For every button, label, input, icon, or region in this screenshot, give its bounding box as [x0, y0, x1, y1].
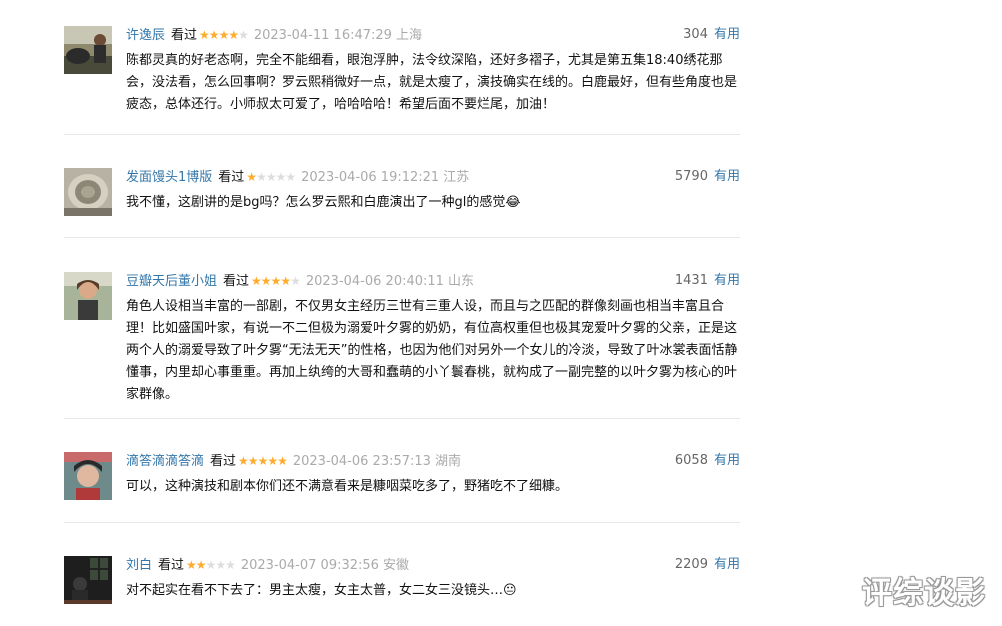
comment-time: 2023-04-06 20:40:11 — [305, 274, 444, 289]
avatar[interactable] — [64, 168, 112, 216]
useful-button[interactable]: 有用 — [714, 557, 740, 572]
star-filled-icon: ★ — [257, 454, 269, 468]
star-empty-icon: ★ — [225, 558, 236, 572]
username-link[interactable]: 发面馒头1博版 — [126, 170, 212, 185]
avatar[interactable] — [64, 26, 112, 74]
comment-location: 湖南 — [434, 454, 461, 469]
vote-area: 304 有用 — [683, 26, 740, 44]
username-link[interactable]: 豆瓣天后董小姐 — [126, 274, 217, 289]
star-empty-icon: ★ — [205, 558, 217, 572]
comment-meta: 滴答滴滴答滴 看过 ★★★★★ 2023-04-06 23:57:13 湖南 6058 有… — [126, 452, 740, 470]
rating-stars: ★★★★★ — [246, 168, 296, 186]
vote-area: 2209 有用 — [675, 556, 740, 574]
star-empty-icon: ★ — [290, 274, 301, 288]
avatar[interactable] — [64, 272, 112, 320]
vote-count: 2209 — [674, 557, 708, 572]
comment-time: 2023-04-06 23:57:13 — [292, 454, 431, 469]
watch-status: 看过 — [171, 28, 198, 43]
comment-location: 上海 — [395, 28, 422, 43]
rating-stars: ★★★★★ — [199, 26, 249, 44]
comment-list-page: 许逸辰 看过 ★★★★★ 2023-04-11 16:47:29 上海 304 有用 陈都… — [0, 0, 1002, 626]
star-empty-icon: ★ — [256, 170, 267, 184]
star-empty-icon: ★ — [238, 28, 249, 42]
avatar[interactable] — [64, 556, 112, 604]
comment-text: 角色人设相当丰富的一部剧，不仅男女主经历三世有三重人设，而且与之匹配的群像刻画也… — [126, 299, 738, 402]
comment-time: 2023-04-11 16:47:29 — [253, 28, 392, 43]
useful-button[interactable]: 有用 — [714, 169, 740, 184]
username-link[interactable]: 刘白 — [126, 558, 152, 573]
comment-meta: 许逸辰 看过 ★★★★★ 2023-04-11 16:47:29 上海 304 有用 — [126, 26, 740, 44]
star-filled-icon: ★ — [251, 274, 262, 288]
comment-body: 豆瓣天后董小姐 看过 ★★★★★ 2023-04-06 20:40:11 山东 1431… — [126, 272, 740, 406]
star-filled-icon: ★ — [228, 28, 239, 42]
star-empty-icon: ★ — [275, 170, 287, 184]
star-filled-icon: ★ — [270, 274, 282, 288]
username-link[interactable]: 许逸辰 — [126, 28, 165, 43]
comment-body: 许逸辰 看过 ★★★★★ 2023-04-11 16:47:29 上海 304 有用 陈都… — [126, 26, 740, 116]
comment-text: 对不起实在看不下去了：男主太瘦，女主太普，女二女三没镜头…😐 — [126, 583, 517, 598]
star-empty-icon: ★ — [215, 558, 226, 572]
useful-button[interactable]: 有用 — [714, 273, 740, 288]
watch-status: 看过 — [218, 170, 245, 185]
star-empty-icon: ★ — [285, 170, 296, 184]
star-empty-icon: ★ — [265, 170, 277, 184]
comment-text: 可以，这种演技和剧本你们还不满意看来是糠咽菜吃多了，野猪吃不了细糠。 — [126, 479, 569, 494]
comment-meta: 刘白 看过 ★★★★★ 2023-04-07 09:32:56 安徽 2209 有用 — [126, 556, 740, 574]
vote-count: 6058 — [674, 453, 708, 468]
star-filled-icon: ★ — [247, 454, 259, 468]
star-filled-icon: ★ — [195, 558, 207, 572]
star-filled-icon: ★ — [260, 274, 272, 288]
useful-button[interactable]: 有用 — [714, 453, 740, 468]
comment-body: 刘白 看过 ★★★★★ 2023-04-07 09:32:56 安徽 2209 有用 对不… — [126, 556, 740, 602]
star-filled-icon: ★ — [186, 558, 197, 572]
divider — [64, 418, 740, 419]
rating-stars: ★★★★★ — [238, 452, 288, 470]
star-filled-icon: ★ — [208, 28, 220, 42]
comment-text: 我不懂，这剧讲的是bg吗？怎么罗云熙和白鹿演出了一种gl的感觉😂 — [126, 195, 521, 210]
divider — [64, 134, 740, 135]
rating-stars: ★★★★★ — [186, 556, 236, 574]
watch-status: 看过 — [210, 454, 237, 469]
comment-location: 江苏 — [443, 170, 470, 185]
divider — [64, 522, 740, 523]
vote-count: 1431 — [674, 273, 708, 288]
vote-area: 1431 有用 — [675, 272, 740, 290]
vote-count: 304 — [683, 27, 708, 42]
vote-area: 5790 有用 — [675, 168, 740, 186]
rating-stars: ★★★★★ — [251, 272, 301, 290]
comment-body: 发面馒头1博版 看过 ★★★★★ 2023-04-06 19:12:21 江苏 5790… — [126, 168, 740, 214]
watch-status: 看过 — [223, 274, 250, 289]
avatar[interactable] — [64, 452, 112, 500]
comment-location: 山东 — [447, 274, 474, 289]
useful-button[interactable]: 有用 — [714, 27, 740, 42]
star-filled-icon: ★ — [218, 28, 230, 42]
watch-status: 看过 — [158, 558, 185, 573]
comment-time: 2023-04-06 19:12:21 — [301, 170, 440, 185]
star-filled-icon: ★ — [199, 28, 210, 42]
star-filled-icon: ★ — [277, 454, 288, 468]
comment-location: 安徽 — [382, 558, 409, 573]
star-filled-icon: ★ — [246, 170, 257, 184]
vote-area: 6058 有用 — [675, 452, 740, 470]
star-filled-icon: ★ — [280, 274, 291, 288]
comment-body: 滴答滴滴答滴 看过 ★★★★★ 2023-04-06 23:57:13 湖南 6058 有… — [126, 452, 740, 498]
comment-meta: 发面馒头1博版 看过 ★★★★★ 2023-04-06 19:12:21 江苏 5790… — [126, 168, 740, 186]
comment-meta: 豆瓣天后董小姐 看过 ★★★★★ 2023-04-06 20:40:11 山东 1431… — [126, 272, 740, 290]
comment-text: 陈都灵真的好老态啊，完全不能细看，眼泡浮肿，法令纹深陷，还好多褶子，尤其是第五集… — [126, 53, 738, 112]
divider — [64, 237, 740, 238]
star-filled-icon: ★ — [267, 454, 278, 468]
watermark: 评综谈影 — [862, 576, 986, 611]
star-filled-icon: ★ — [238, 454, 249, 468]
comment-time: 2023-04-07 09:32:56 — [240, 558, 379, 573]
username-link[interactable]: 滴答滴滴答滴 — [126, 454, 204, 469]
vote-count: 5790 — [674, 169, 708, 184]
